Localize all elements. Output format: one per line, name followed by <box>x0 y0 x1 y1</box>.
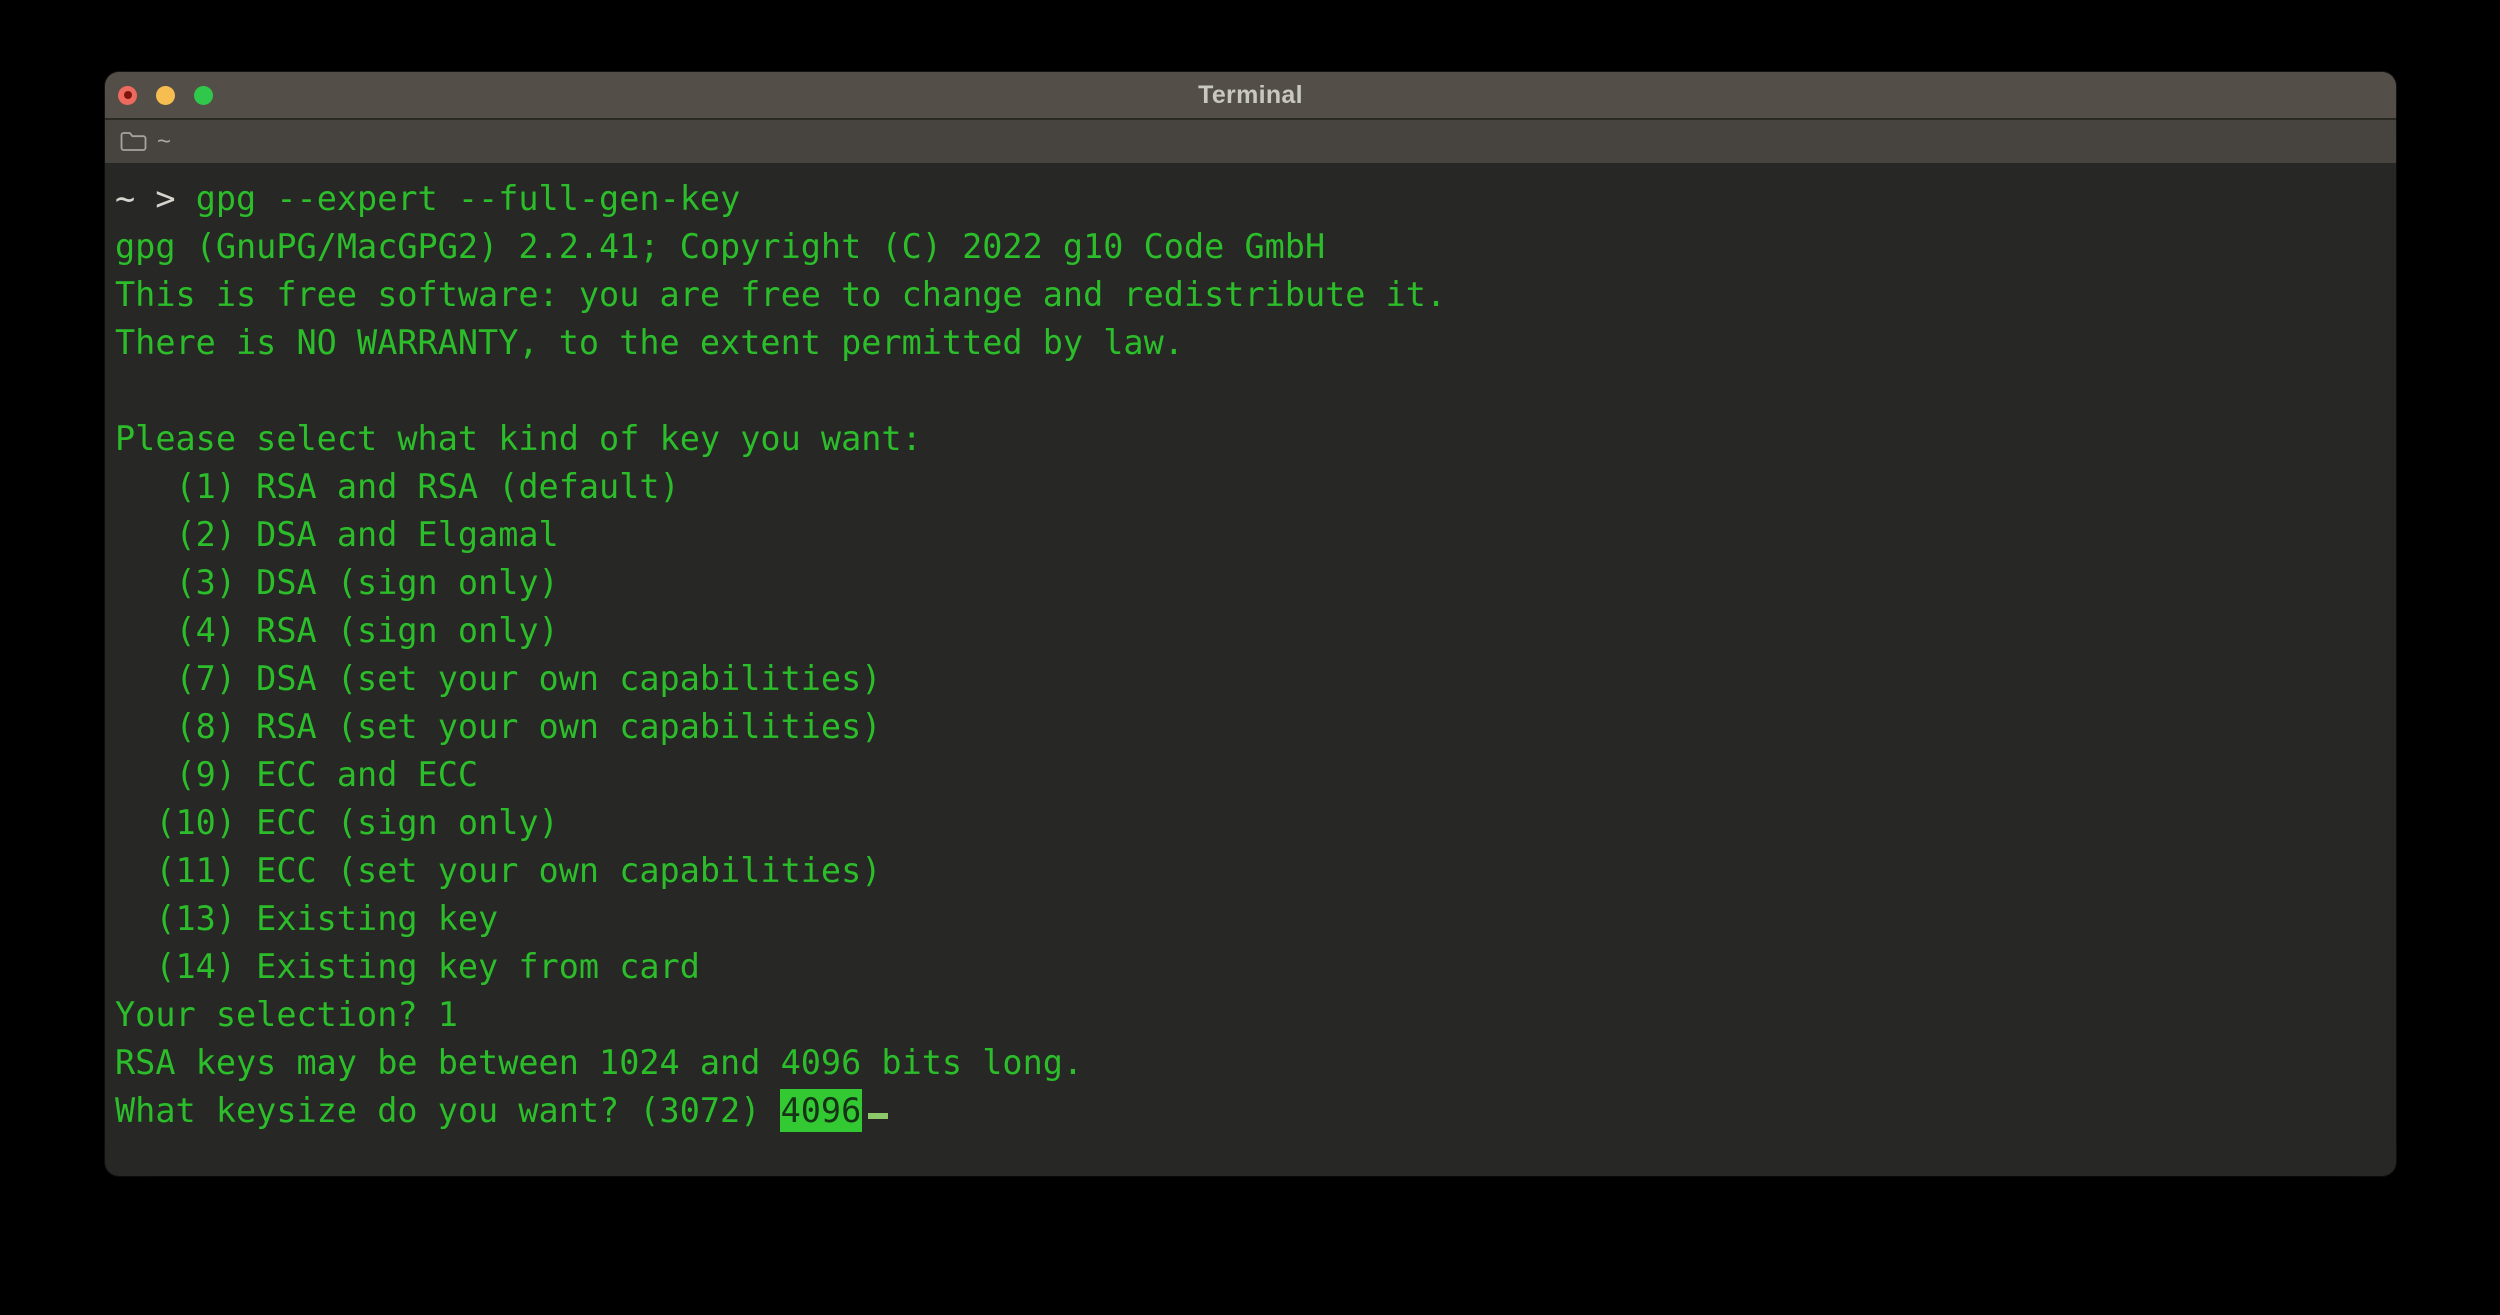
output-line: There is NO WARRANTY, to the extent perm… <box>115 319 2382 367</box>
desktop-background: Terminal ~ ~ > gpg --expert --full-gen-k… <box>0 0 2500 1315</box>
output-line: (7) DSA (set your own capabilities) <box>115 655 2382 703</box>
shell-prompt: ~ > <box>115 179 196 218</box>
traffic-lights <box>118 72 213 118</box>
output-line <box>115 367 2382 415</box>
output-line: (14) Existing key from card <box>115 943 2382 991</box>
window-title: Terminal <box>1198 81 1303 110</box>
close-button[interactable] <box>118 86 137 105</box>
keysize-prompt-line: What keysize do you want? (3072) 4096 <box>115 1087 2382 1135</box>
tab-path-label: ~ <box>157 128 171 156</box>
keysize-input-value: 4096 <box>780 1089 863 1132</box>
output-line: (8) RSA (set your own capabilities) <box>115 703 2382 751</box>
terminal-window: Terminal ~ ~ > gpg --expert --full-gen-k… <box>105 72 2396 1176</box>
output-line: Please select what kind of key you want: <box>115 415 2382 463</box>
output-line: (11) ECC (set your own capabilities) <box>115 847 2382 895</box>
tab-bar[interactable]: ~ <box>105 120 2396 163</box>
minimize-button[interactable] <box>156 86 175 105</box>
output-line: RSA keys may be between 1024 and 4096 bi… <box>115 1039 2382 1087</box>
output-line: gpg (GnuPG/MacGPG2) 2.2.41; Copyright (C… <box>115 223 2382 271</box>
output-line: (2) DSA and Elgamal <box>115 511 2382 559</box>
folder-icon <box>120 131 147 152</box>
output-line: (4) RSA (sign only) <box>115 607 2382 655</box>
output-line: (10) ECC (sign only) <box>115 799 2382 847</box>
output-line: (13) Existing key <box>115 895 2382 943</box>
terminal-cursor-icon <box>868 1113 888 1119</box>
output-line: (3) DSA (sign only) <box>115 559 2382 607</box>
zoom-button[interactable] <box>194 86 213 105</box>
terminal-output: gpg (GnuPG/MacGPG2) 2.2.41; Copyright (C… <box>115 223 2382 1087</box>
command-text: gpg --expert --full-gen-key <box>196 179 741 218</box>
terminal-content[interactable]: ~ > gpg --expert --full-gen-key gpg (Gnu… <box>105 163 2396 1174</box>
output-line: (9) ECC and ECC <box>115 751 2382 799</box>
output-line: (1) RSA and RSA (default) <box>115 463 2382 511</box>
window-titlebar[interactable]: Terminal <box>105 72 2396 120</box>
prompt-line: ~ > gpg --expert --full-gen-key <box>115 175 2382 223</box>
output-line: This is free software: you are free to c… <box>115 271 2382 319</box>
output-line: Your selection? 1 <box>115 991 2382 1039</box>
close-modified-dot-icon <box>124 91 132 99</box>
keysize-question: What keysize do you want? (3072) <box>115 1091 781 1130</box>
